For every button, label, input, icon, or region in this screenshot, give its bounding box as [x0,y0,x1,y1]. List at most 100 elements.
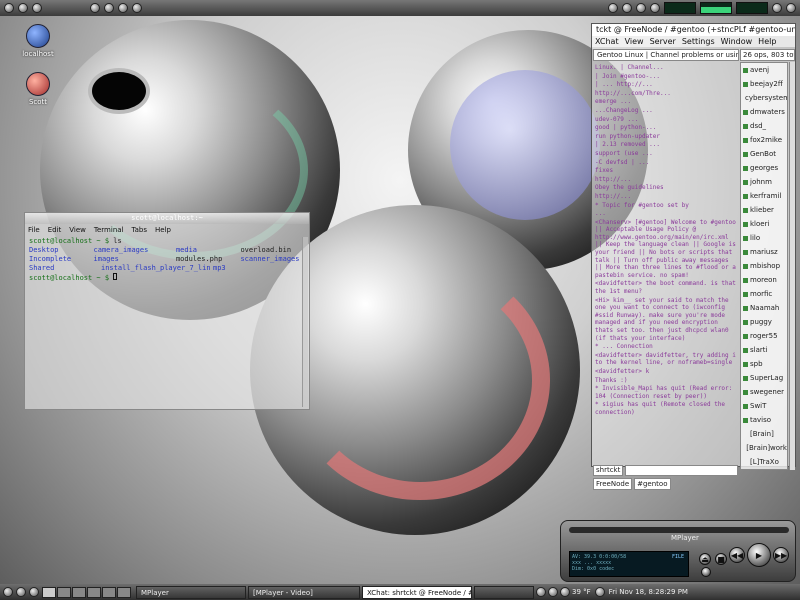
weather-icon[interactable] [560,587,570,597]
workspace-5[interactable] [102,586,116,598]
launcher-icon[interactable] [650,3,660,13]
menu-xchat[interactable]: XChat [595,37,619,46]
user-list-item[interactable]: roger55 [741,329,787,343]
launcher-icon[interactable] [29,587,39,597]
workspace-2[interactable] [57,586,71,598]
user-list-item[interactable]: [Brain]work [741,441,787,455]
user-list-item[interactable]: avenj [741,63,787,77]
tray-icon[interactable] [536,587,546,597]
user-list-item[interactable]: slarti [741,343,787,357]
menu-tabs[interactable]: Tabs [132,226,148,234]
workspace-1[interactable] [42,586,56,598]
user-list-item[interactable]: beejay2ff [741,77,787,91]
user-list-item[interactable]: fox2mike [741,133,787,147]
user-list-item[interactable]: taviso [741,413,787,427]
tab-freenode[interactable]: FreeNode [593,478,633,490]
user-list-item[interactable]: lilo [741,231,787,245]
terminal-icon[interactable] [118,3,128,13]
rewind-button[interactable]: ◀◀ [729,547,745,563]
user-list-item[interactable]: [Brain] [741,427,787,441]
user-list-item[interactable]: georges [741,161,787,175]
user-list-item[interactable]: morfic [741,287,787,301]
stop-button[interactable]: ■ [715,553,727,565]
workspace-4[interactable] [87,586,101,598]
channel-tabs: FreeNode #gentoo [593,478,671,490]
user-list-item[interactable]: mariusz [741,245,787,259]
user-list-item[interactable]: swegener [741,385,787,399]
menu-help[interactable]: Help [758,37,776,46]
terminal-window[interactable]: scott@localhost:~ File Edit View Termina… [24,212,310,410]
volume-knob[interactable] [701,567,711,577]
user-list-item[interactable]: moreon [741,273,787,287]
menu-window[interactable]: Window [721,37,753,46]
user-list-item[interactable]: puggy [741,315,787,329]
user-list-scrollbar[interactable] [789,62,795,470]
workspace-6[interactable] [117,586,131,598]
desktop-icon-localhost[interactable]: localhost [18,24,58,58]
chat-log[interactable]: Linux. | Channel... | Join #gentoo-... | .… [593,62,738,460]
user-list-item[interactable]: cybersystem [741,91,787,105]
user-list-item[interactable]: dsd_ [741,119,787,133]
task-mplayer[interactable]: MPlayer [136,585,246,599]
task-xchat[interactable]: XChat: shrtckt @ FreeNode / #... [362,585,472,599]
user-list-item[interactable]: ^Swaft [741,469,787,470]
task-empty[interactable] [474,585,534,599]
mail-icon[interactable] [104,3,114,13]
user-list-item[interactable]: dmwaters [741,105,787,119]
user-list-item[interactable]: [L]TraXo [741,455,787,469]
op-status-icon [743,319,748,325]
launcher-icon[interactable] [18,3,28,13]
tab-gentoo[interactable]: #gentoo [634,478,671,490]
clock[interactable]: Fri Nov 18, 8:28:29 PM [609,588,688,596]
temperature[interactable]: 39 °F [572,588,591,596]
show-desktop-icon[interactable] [16,587,26,597]
menu-edit[interactable]: Edit [48,226,62,234]
user-list-item[interactable]: kerframil [741,189,787,203]
launcher-icon[interactable] [636,3,646,13]
channel-topic[interactable]: Gentoo Linux | Channel problems or using… [593,49,739,61]
user-list-item[interactable]: johnm [741,175,787,189]
seek-bar[interactable] [569,527,789,533]
xchat-window[interactable]: tckt @ FreeNode / #gentoo (+stncPLf #gen… [591,23,796,490]
menu-file[interactable]: File [28,226,40,234]
launcher-icon[interactable] [786,3,796,13]
terminal-output[interactable]: scott@localhost ~ $ ls Desktop camera_im… [25,235,309,285]
desktop-icon-home[interactable]: Scott [18,72,58,106]
terminal-titlebar[interactable]: scott@localhost:~ [25,213,309,224]
menu-settings[interactable]: Settings [682,37,715,46]
menu-terminal[interactable]: Terminal [94,226,124,234]
user-list-item[interactable]: SuperLag [741,371,787,385]
user-list-item[interactable]: Naamah [741,301,787,315]
message-input[interactable] [625,465,738,476]
editor-icon[interactable] [132,3,142,13]
nick-button[interactable]: shrtckt [593,465,624,476]
browser-icon[interactable] [90,3,100,13]
user-list-item[interactable]: kloeri [741,217,787,231]
tray-icon[interactable] [548,587,558,597]
forward-button[interactable]: ▶▶ [773,547,789,563]
launcher-icon[interactable] [772,3,782,13]
menu-view[interactable]: View [69,226,86,234]
terminal-scrollbar[interactable] [302,237,308,407]
xchat-titlebar[interactable]: tckt @ FreeNode / #gentoo (+stncPLf #gen… [592,24,795,36]
start-menu-icon[interactable] [3,587,13,597]
user-list-item[interactable]: klieber [741,203,787,217]
menu-view[interactable]: View [625,37,644,46]
user-list[interactable]: avenj beejay2ff cybersystem dmwaters dsd_ fox… [740,62,788,470]
workspace-3[interactable] [72,586,86,598]
user-list-item[interactable]: SwiT [741,399,787,413]
user-list-item[interactable]: GenBot [741,147,787,161]
launcher-icon[interactable] [608,3,618,13]
menu-help[interactable]: Help [155,226,171,234]
volume-icon[interactable] [594,587,605,597]
mplayer-window[interactable]: MPlayer AV: 39.3 0:0:00/58 xxx ... xxxxx… [560,520,796,582]
menu-icon[interactable] [4,3,14,13]
launcher-icon[interactable] [32,3,42,13]
menu-server[interactable]: Server [650,37,676,46]
task-mplayer-video[interactable]: [MPlayer - Video] [248,585,360,599]
launcher-icon[interactable] [622,3,632,13]
play-button[interactable]: ▶ [747,543,771,567]
user-list-item[interactable]: spb [741,357,787,371]
eject-button[interactable]: ⏏ [699,553,711,565]
user-list-item[interactable]: mbishop [741,259,787,273]
